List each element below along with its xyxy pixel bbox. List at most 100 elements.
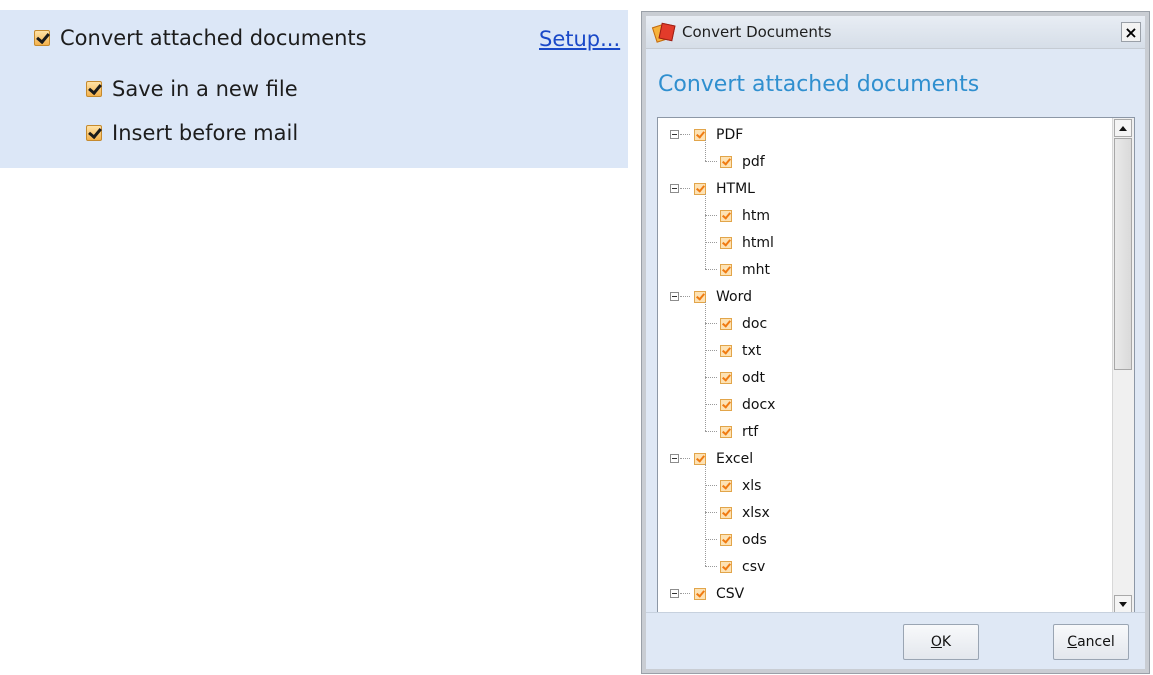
tree-item-docx[interactable]: docx — [720, 391, 775, 418]
dialog-footer: OK Cancel — [646, 612, 1145, 669]
tree-item-label: docx — [742, 396, 776, 413]
tree-connector — [705, 242, 717, 243]
save-new-file-option[interactable]: Save in a new file — [86, 77, 298, 101]
tree-connector — [680, 296, 690, 297]
insert-before-mail-option[interactable]: Insert before mail — [86, 121, 298, 145]
tree-checkbox[interactable] — [720, 560, 732, 573]
tree-connector — [705, 302, 706, 431]
tree-checkbox[interactable] — [720, 263, 732, 276]
tree-item-label: xls — [742, 477, 762, 494]
tree-connector — [680, 134, 690, 135]
tree-checkbox[interactable] — [694, 452, 706, 465]
tree-item-txt[interactable]: txt — [720, 337, 761, 364]
collapse-expander-icon[interactable] — [670, 184, 679, 193]
collapse-expander-icon[interactable] — [670, 292, 679, 301]
tree-checkbox[interactable] — [694, 182, 706, 195]
tree-group-label: Excel — [716, 450, 754, 467]
tree-checkbox[interactable] — [720, 344, 732, 357]
format-tree[interactable]: PDF pdf HTML htm html mht Word doc txt odt docx rtf… — [658, 118, 1114, 614]
tree-checkbox[interactable] — [720, 425, 732, 438]
convert-attached-checkbox[interactable] — [34, 30, 50, 46]
tree-connector — [705, 140, 706, 161]
tree-group-html[interactable]: HTML — [694, 175, 755, 202]
tree-item-csv[interactable]: csv — [720, 553, 765, 580]
tree-connector — [705, 215, 717, 216]
tree-item-ods[interactable]: ods — [720, 526, 767, 553]
insert-before-mail-label: Insert before mail — [112, 121, 299, 145]
tree-vertical-scrollbar[interactable] — [1112, 118, 1134, 614]
tree-group-label: Word — [716, 288, 752, 305]
ok-label-rest: K — [941, 634, 952, 650]
scroll-thumb[interactable] — [1114, 138, 1132, 370]
dialog-body: Convert attached documents PDF pdf HTML htm… — [646, 49, 1145, 669]
tree-item-mht[interactable]: mht — [720, 256, 770, 283]
tree-item-xls[interactable]: xls — [720, 472, 761, 499]
tree-item-rtf[interactable]: rtf — [720, 418, 758, 445]
save-new-file-checkbox[interactable] — [86, 81, 102, 97]
tree-group-label: CSV — [716, 585, 745, 602]
tree-checkbox[interactable] — [720, 533, 732, 546]
setup-link[interactable]: Setup... — [539, 27, 620, 51]
ok-mnemonic: O — [930, 634, 942, 650]
tree-connector — [705, 431, 717, 432]
insert-before-mail-checkbox[interactable] — [86, 125, 102, 141]
tree-checkbox[interactable] — [694, 128, 706, 141]
tree-group-excel[interactable]: Excel — [694, 445, 753, 472]
tree-connector — [705, 194, 706, 269]
ok-button[interactable]: OK — [903, 624, 979, 660]
tree-checkbox[interactable] — [720, 398, 732, 411]
convert-attached-option[interactable]: Convert attached documents — [34, 26, 367, 50]
tree-checkbox[interactable] — [720, 236, 732, 249]
arrow-up-icon — [1119, 126, 1127, 131]
tree-item-label: csv — [742, 558, 766, 575]
tree-connector — [680, 188, 690, 189]
tree-item-odt[interactable]: odt — [720, 364, 765, 391]
tree-checkbox[interactable] — [720, 155, 732, 168]
tree-item-label: xlsx — [742, 504, 770, 521]
tree-checkbox[interactable] — [720, 506, 732, 519]
tree-item-htm[interactable]: htm — [720, 202, 770, 229]
scroll-down-button[interactable] — [1114, 595, 1132, 613]
format-tree-box: PDF pdf HTML htm html mht Word doc txt odt docx rtf… — [657, 117, 1135, 615]
tree-connector — [705, 161, 717, 162]
tree-connector — [705, 464, 706, 566]
tree-item-label: odt — [742, 369, 765, 386]
tree-item-xlsx[interactable]: xlsx — [720, 499, 770, 526]
tree-item-html[interactable]: html — [720, 229, 774, 256]
dialog-heading: Convert attached documents — [658, 72, 980, 97]
tree-group-label: HTML — [716, 180, 755, 197]
collapse-expander-icon[interactable] — [670, 589, 679, 598]
cancel-button[interactable]: Cancel — [1053, 624, 1129, 660]
tree-checkbox[interactable] — [694, 290, 706, 303]
tree-checkbox[interactable] — [720, 479, 732, 492]
tree-connector — [705, 485, 717, 486]
collapse-expander-icon[interactable] — [670, 454, 679, 463]
tree-checkbox[interactable] — [720, 371, 732, 384]
save-new-file-label: Save in a new file — [112, 77, 298, 101]
tree-connector — [680, 458, 690, 459]
tree-item-label: txt — [742, 342, 762, 359]
tree-checkbox[interactable] — [720, 317, 732, 330]
convert-attached-label: Convert attached documents — [60, 26, 367, 50]
convert-options-panel: Convert attached documents Setup... Save… — [0, 10, 628, 168]
close-button[interactable]: × — [1121, 22, 1141, 42]
tree-group-word[interactable]: Word — [694, 283, 752, 310]
tree-checkbox[interactable] — [694, 587, 706, 600]
tree-connector — [705, 566, 717, 567]
cancel-mnemonic: C — [1067, 634, 1078, 650]
tree-group-csv[interactable]: CSV — [694, 580, 744, 607]
tree-connector — [705, 539, 717, 540]
tree-checkbox[interactable] — [720, 209, 732, 222]
dialog-title: Convert Documents — [682, 23, 832, 41]
tree-item-label: ods — [742, 531, 767, 548]
tree-item-doc[interactable]: doc — [720, 310, 767, 337]
dialog-titlebar[interactable]: Convert Documents × — [646, 16, 1145, 49]
tree-item-label: html — [742, 234, 774, 251]
tree-connector — [680, 593, 690, 594]
collapse-expander-icon[interactable] — [670, 130, 679, 139]
app-icon — [651, 22, 676, 43]
tree-group-pdf[interactable]: PDF — [694, 121, 743, 148]
scroll-up-button[interactable] — [1114, 119, 1132, 137]
tree-item-pdf[interactable]: pdf — [720, 148, 765, 175]
arrow-down-icon — [1119, 602, 1127, 607]
